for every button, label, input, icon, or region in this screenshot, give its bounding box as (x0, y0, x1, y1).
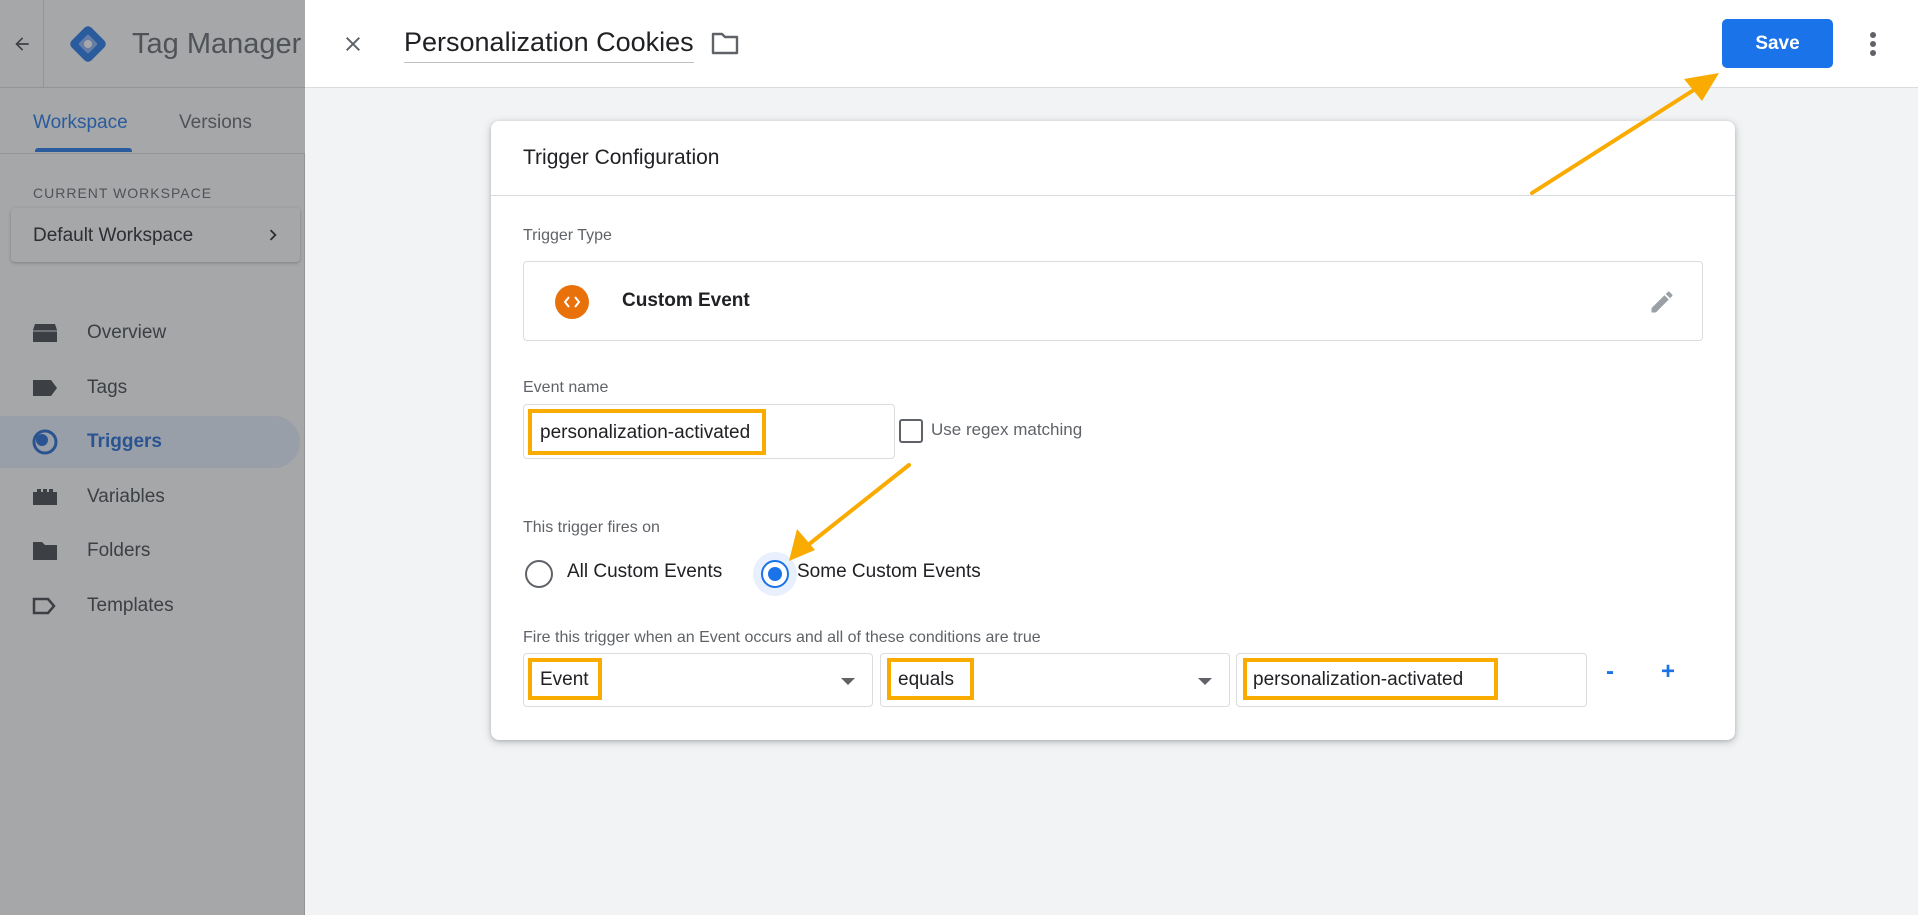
trigger-name-field[interactable]: Personalization Cookies (404, 27, 694, 63)
dropdown-arrow-icon (841, 678, 855, 685)
more-options-button[interactable] (1863, 28, 1883, 60)
condition-value-input[interactable]: personalization-activated (1236, 653, 1587, 707)
fires-on-label: This trigger fires on (523, 519, 660, 536)
event-name-input[interactable]: personalization-activated (523, 404, 895, 459)
event-name-value: personalization-activated (540, 422, 751, 443)
add-condition-button[interactable]: + (1661, 658, 1675, 686)
pencil-icon (1651, 291, 1673, 313)
trigger-type-name: Custom Event (622, 290, 750, 311)
radio-all-custom-events-label: All Custom Events (567, 561, 723, 582)
dropdown-arrow-icon (1198, 678, 1212, 685)
condition-variable-value: Event (540, 669, 589, 690)
condition-operator-value: equals (898, 669, 954, 690)
condition-operator-select[interactable]: equals (880, 653, 1230, 707)
condition-value-text: personalization-activated (1253, 669, 1464, 690)
save-button[interactable]: Save (1722, 19, 1833, 68)
use-regex-checkbox[interactable] (899, 419, 923, 443)
radio-some-custom-events-label: Some Custom Events (797, 561, 981, 582)
remove-condition-button[interactable]: - (1606, 658, 1614, 686)
condition-variable-select[interactable]: Event (523, 653, 873, 707)
close-icon (346, 37, 360, 51)
editor-header: Personalization Cookies Save (305, 0, 1918, 88)
close-button[interactable] (335, 26, 371, 62)
trigger-configuration-card: Trigger Configuration Trigger Type Custo… (491, 121, 1735, 740)
card-title: Trigger Configuration (523, 146, 720, 169)
condition-label: Fire this trigger when an Event occurs a… (523, 629, 1041, 646)
card-divider (491, 195, 1735, 196)
radio-all-custom-events[interactable] (525, 560, 553, 588)
event-name-label: Event name (523, 379, 609, 396)
custom-event-icon (555, 285, 589, 319)
use-regex-label: Use regex matching (931, 420, 1083, 439)
folder-button[interactable] (711, 30, 739, 61)
folder-outline-icon (711, 32, 739, 55)
trigger-type-label: Trigger Type (523, 227, 612, 244)
edit-trigger-type-button[interactable] (1648, 288, 1676, 321)
radio-some-custom-events[interactable] (761, 560, 789, 588)
more-vert-icon (1870, 32, 1876, 56)
trigger-type-selector[interactable]: Custom Event (523, 261, 1703, 341)
modal-scrim[interactable] (0, 0, 305, 915)
